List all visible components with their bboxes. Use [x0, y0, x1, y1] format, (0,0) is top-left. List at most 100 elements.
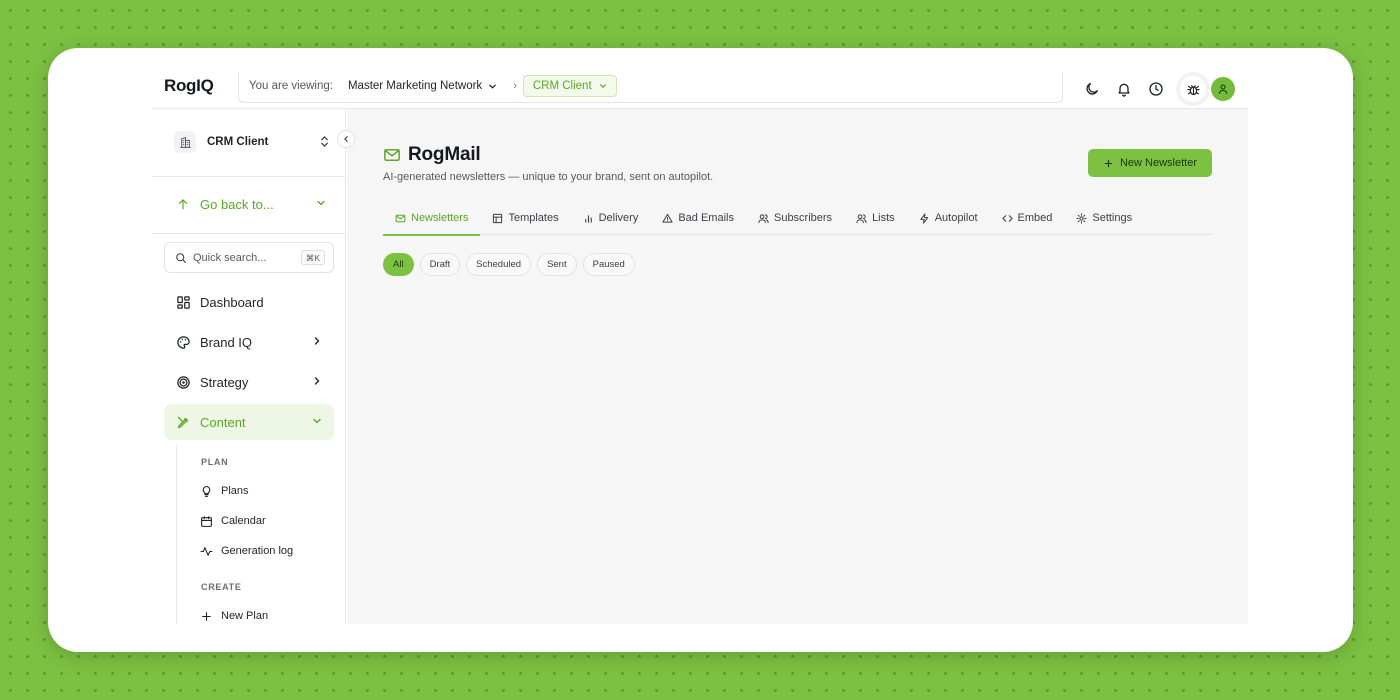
sidebar: CRM Client Go back to... Quick search...… [152, 109, 346, 624]
main-content: RogMail AI-generated newsletters — uniqu… [347, 109, 1248, 624]
sidebar-item-brand-iq[interactable]: Brand IQ [164, 324, 334, 360]
tab-embed[interactable]: Embed [990, 201, 1065, 235]
chevron-down-icon [599, 82, 607, 90]
search-shortcut: ⌘K [300, 250, 325, 265]
tab-label: Bad Emails [678, 212, 734, 224]
tab-bar: Newsletters Templates Delivery Bad Email… [383, 201, 1212, 236]
chevron-down-icon [316, 198, 326, 208]
chevron-down-icon [312, 416, 322, 426]
logo[interactable]: RogIQ [164, 76, 214, 96]
target-icon [176, 375, 191, 390]
context-bar: You are viewing: Master Marketing Networ… [238, 72, 1063, 103]
network-name: Master Marketing Network [347, 80, 483, 92]
pen-icon [176, 415, 191, 430]
tab-settings[interactable]: Settings [1064, 201, 1144, 235]
tab-label: Delivery [598, 212, 639, 224]
search-placeholder: Quick search... [193, 251, 267, 264]
tab-autopilot[interactable]: Autopilot [907, 201, 990, 235]
app-card: RogIQ You are viewing: Master Marketing … [48, 48, 1353, 652]
chevron-right-icon [312, 336, 322, 346]
code-icon [1001, 213, 1013, 224]
sidebar-divider [152, 233, 346, 234]
bug-icon[interactable] [1180, 76, 1206, 102]
clock-icon[interactable] [1144, 77, 1168, 101]
tab-label: Embed [1017, 212, 1053, 224]
warning-icon [662, 213, 673, 224]
sidebar-item-content[interactable]: Content [164, 404, 334, 440]
users-icon [758, 213, 769, 224]
dashboard-icon [176, 295, 191, 310]
breadcrumb-separator: › [513, 80, 517, 92]
go-back-button[interactable]: Go back to... [176, 194, 326, 214]
mail-icon [383, 146, 401, 164]
template-icon [492, 213, 503, 224]
sidebar-subitem-new-plan[interactable]: New Plan [200, 605, 268, 624]
tab-lists[interactable]: Lists [844, 201, 907, 235]
lightbulb-icon [200, 485, 213, 498]
filter-chip-scheduled[interactable]: Scheduled [466, 253, 532, 276]
sidebar-subitem-label: Plans [221, 485, 249, 497]
mail-icon [395, 213, 406, 224]
zap-icon [919, 212, 930, 224]
page-subtitle: AI-generated newsletters — unique to you… [383, 171, 714, 183]
tab-label: Newsletters [411, 212, 469, 224]
chevron-left-icon [342, 135, 350, 143]
user-avatar-icon[interactable] [1211, 77, 1235, 101]
users-icon [856, 213, 867, 224]
bell-icon[interactable] [1112, 77, 1136, 101]
search-icon [175, 252, 187, 264]
workspace-name: CRM Client [207, 136, 269, 148]
moon-icon[interactable] [1080, 77, 1104, 101]
sidebar-subitem-label: New Plan [221, 610, 269, 622]
tab-newsletters[interactable]: Newsletters [383, 201, 481, 236]
sidebar-item-strategy[interactable]: Strategy [164, 364, 334, 400]
filter-chip-draft[interactable]: Draft [419, 253, 461, 276]
sidebar-item-label: Strategy [200, 374, 249, 390]
tab-label: Lists [872, 212, 895, 224]
context-label: You are viewing: [249, 80, 333, 92]
sidebar-divider [152, 176, 346, 177]
tab-label: Settings [1092, 212, 1133, 224]
tab-templates[interactable]: Templates [480, 201, 570, 235]
sidebar-item-dashboard[interactable]: Dashboard [164, 284, 334, 320]
calendar-icon [200, 515, 213, 528]
tab-subscribers[interactable]: Subscribers [746, 201, 844, 235]
gear-icon [1076, 212, 1087, 224]
new-newsletter-button[interactable]: New Newsletter [1088, 149, 1212, 177]
filter-chip-all[interactable]: All [383, 253, 414, 276]
tab-bad-emails[interactable]: Bad Emails [650, 201, 746, 235]
sidebar-subitem-label: Calendar [221, 515, 266, 527]
workspace-switcher[interactable]: CRM Client [174, 129, 334, 155]
header-actions [1080, 76, 1235, 102]
chevron-down-icon [488, 82, 497, 91]
top-header: RogIQ You are viewing: Master Marketing … [152, 72, 1248, 109]
tab-label: Subscribers [773, 212, 833, 224]
filter-chip-paused[interactable]: Paused [582, 253, 635, 276]
tab-delivery[interactable]: Delivery [571, 201, 651, 235]
app-window: RogIQ You are viewing: Master Marketing … [152, 72, 1248, 624]
client-selector[interactable]: CRM Client [522, 75, 617, 97]
new-newsletter-label: New Newsletter [1119, 157, 1198, 169]
sidebar-subitem-label: Generation log [221, 545, 294, 557]
quick-search-input[interactable]: Quick search... ⌘K [164, 242, 334, 273]
tab-label: Autopilot [934, 212, 978, 224]
filter-chip-sent[interactable]: Sent [537, 253, 577, 276]
network-selector[interactable]: Master Marketing Network [348, 80, 497, 92]
sidebar-subitem-generation-log[interactable]: Generation log [200, 540, 293, 562]
activity-icon [200, 545, 213, 558]
sidebar-subitem-calendar[interactable]: Calendar [200, 510, 266, 532]
tab-label: Templates [508, 212, 559, 224]
content-subtree-line [176, 445, 177, 624]
section-label-create: CREATE [201, 582, 242, 592]
client-name: CRM Client [532, 80, 592, 92]
bar-chart-icon [583, 213, 594, 224]
page-title: RogMail [408, 144, 481, 165]
chevrons-up-down-icon [319, 135, 330, 148]
status-filter-chips: All Draft Scheduled Sent Paused [383, 253, 635, 276]
sidebar-item-label: Brand IQ [200, 334, 253, 350]
section-label-plan: PLAN [201, 457, 229, 467]
chevron-right-icon [312, 376, 322, 386]
page-header: RogMail [383, 144, 481, 166]
collapse-sidebar-button[interactable] [337, 130, 355, 148]
sidebar-subitem-plans[interactable]: Plans [200, 480, 249, 502]
